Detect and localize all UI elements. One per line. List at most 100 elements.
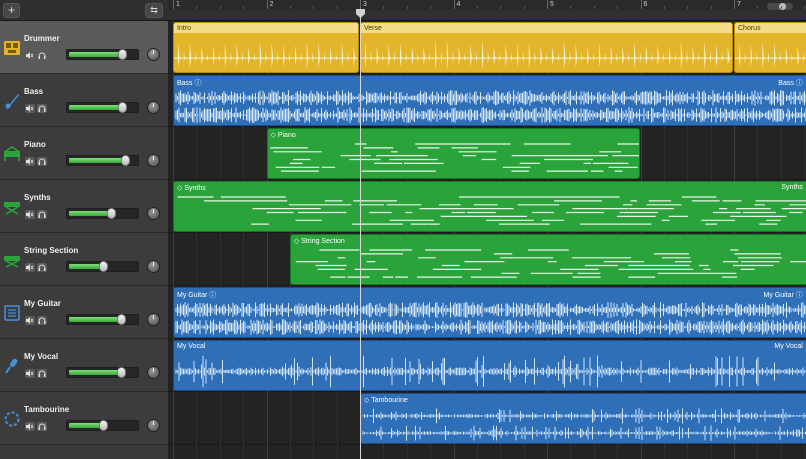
beat-tick bbox=[593, 6, 595, 9]
track-name: Bass bbox=[24, 87, 44, 96]
headphones-solo-button[interactable] bbox=[37, 51, 47, 60]
region-waveform bbox=[295, 249, 806, 278]
pan-knob[interactable] bbox=[147, 207, 160, 220]
volume-slider-handle[interactable] bbox=[106, 208, 116, 219]
timeline-ruler[interactable]: 1 2 3 4 5 6 7 bbox=[168, 0, 806, 21]
region-string-section[interactable]: ◇ String Section bbox=[289, 234, 806, 285]
track-header-tambourine[interactable]: Tambourine bbox=[0, 392, 168, 445]
track-header-bass[interactable]: Bass bbox=[0, 74, 168, 127]
bar-tick bbox=[547, 0, 548, 9]
volume-slider[interactable] bbox=[66, 49, 139, 60]
region-chorus[interactable]: Chorus bbox=[734, 22, 806, 73]
volume-slider[interactable] bbox=[66, 102, 139, 113]
mute-button[interactable] bbox=[25, 263, 35, 272]
beat-tick bbox=[617, 6, 619, 9]
volume-level bbox=[69, 370, 123, 375]
beat-tick bbox=[663, 6, 665, 9]
region-waveform bbox=[175, 90, 806, 123]
beat-tick bbox=[289, 6, 291, 9]
track-name: My Vocal bbox=[24, 352, 59, 361]
beat-tick bbox=[406, 6, 408, 9]
volume-level bbox=[69, 105, 123, 110]
marker-lane[interactable] bbox=[168, 10, 806, 20]
piano-icon bbox=[4, 146, 20, 161]
beat-tick bbox=[523, 6, 525, 9]
tambourine-icon bbox=[4, 411, 20, 427]
volume-slider-handle[interactable] bbox=[120, 155, 130, 166]
region-waveform bbox=[174, 40, 358, 69]
region-header bbox=[361, 23, 732, 33]
track-header-string-section[interactable]: String Section bbox=[0, 233, 168, 286]
playhead[interactable] bbox=[360, 9, 361, 459]
headphones-solo-button[interactable] bbox=[37, 316, 47, 325]
bar-tick bbox=[453, 0, 455, 9]
volume-slider-handle[interactable] bbox=[117, 49, 127, 60]
region-verse[interactable]: Verse bbox=[360, 22, 733, 73]
bar-tick bbox=[734, 0, 735, 9]
track-header-synths[interactable]: Synths bbox=[0, 180, 168, 233]
track-header-piano[interactable]: Piano bbox=[0, 127, 168, 180]
bar-number: 3 bbox=[363, 1, 367, 8]
add-track-button[interactable]: + bbox=[3, 3, 20, 18]
region-name: ◇ Tambourine bbox=[364, 397, 408, 404]
track-header-my-guitar[interactable]: My Guitar bbox=[0, 286, 168, 339]
pan-knob[interactable] bbox=[147, 48, 160, 61]
bar-number: 1 bbox=[176, 1, 180, 8]
volume-slider[interactable] bbox=[66, 314, 139, 325]
arrangement-area[interactable]: Intro Verse Chorus Bass ⓘ Bass ⓘ ◇ Piano ◇ Syn… bbox=[168, 21, 806, 459]
beat-tick bbox=[570, 6, 572, 9]
region-my-guitar[interactable]: My Guitar ⓘ My Guitar ⓘ bbox=[173, 287, 806, 338]
region-waveform bbox=[175, 302, 806, 335]
volume-slider[interactable] bbox=[66, 261, 139, 272]
volume-slider[interactable] bbox=[66, 155, 139, 166]
mute-button[interactable] bbox=[25, 422, 35, 431]
bar-number: 2 bbox=[269, 1, 274, 8]
track-header-my-vocal[interactable]: My Vocal bbox=[0, 339, 168, 392]
volume-slider[interactable] bbox=[66, 367, 139, 378]
headphones-solo-button[interactable] bbox=[37, 157, 47, 166]
region-name: Verse bbox=[364, 25, 382, 32]
mute-button[interactable] bbox=[25, 369, 35, 378]
mute-button[interactable] bbox=[25, 157, 35, 166]
mute-button[interactable] bbox=[25, 316, 35, 325]
region-bass[interactable]: Bass ⓘ Bass ⓘ bbox=[173, 75, 806, 126]
headphones-solo-button[interactable] bbox=[37, 263, 47, 272]
track-name: String Section bbox=[24, 246, 79, 255]
region-piano[interactable]: ◇ Piano bbox=[266, 128, 640, 179]
pan-knob[interactable] bbox=[147, 154, 160, 167]
pan-knob[interactable] bbox=[147, 366, 160, 379]
volume-slider-handle[interactable] bbox=[117, 367, 127, 378]
headphones-solo-button[interactable] bbox=[37, 422, 47, 431]
playhead-handle-icon[interactable] bbox=[356, 9, 365, 18]
region-synths[interactable]: ◇ Synths Synths bbox=[173, 181, 806, 232]
drum-kit-icon bbox=[4, 41, 20, 55]
mute-button[interactable] bbox=[25, 51, 35, 60]
pan-knob[interactable] bbox=[147, 419, 160, 432]
volume-slider[interactable] bbox=[66, 208, 139, 219]
headphones-solo-button[interactable] bbox=[37, 369, 47, 378]
volume-level bbox=[69, 211, 112, 216]
mute-button[interactable] bbox=[25, 210, 35, 219]
region-my-vocal[interactable]: My Vocal My Vocal bbox=[173, 340, 806, 391]
region-tambourine[interactable]: ◇ Tambourine bbox=[360, 393, 806, 444]
volume-slider-handle[interactable] bbox=[117, 314, 127, 325]
headphones-solo-button[interactable] bbox=[37, 210, 47, 219]
bar-tick bbox=[173, 0, 174, 9]
volume-slider-handle[interactable] bbox=[98, 261, 108, 272]
catch-playhead-button[interactable]: ⇆ bbox=[145, 3, 163, 18]
volume-slider-handle[interactable] bbox=[117, 102, 127, 113]
beat-tick bbox=[476, 6, 478, 9]
track-name: My Guitar bbox=[24, 299, 61, 308]
volume-slider-handle[interactable] bbox=[98, 420, 108, 431]
pan-knob[interactable] bbox=[147, 313, 160, 326]
pan-knob[interactable] bbox=[147, 260, 160, 273]
headphones-solo-button[interactable] bbox=[37, 104, 47, 113]
mute-button[interactable] bbox=[25, 104, 35, 113]
volume-slider[interactable] bbox=[66, 420, 139, 431]
pan-knob[interactable] bbox=[147, 101, 160, 114]
region-waveform bbox=[177, 196, 806, 225]
track-header-drummer[interactable]: Drummer bbox=[0, 21, 168, 74]
region-intro[interactable]: Intro bbox=[173, 22, 359, 73]
beat-tick bbox=[780, 6, 782, 9]
beat-tick bbox=[757, 6, 759, 9]
